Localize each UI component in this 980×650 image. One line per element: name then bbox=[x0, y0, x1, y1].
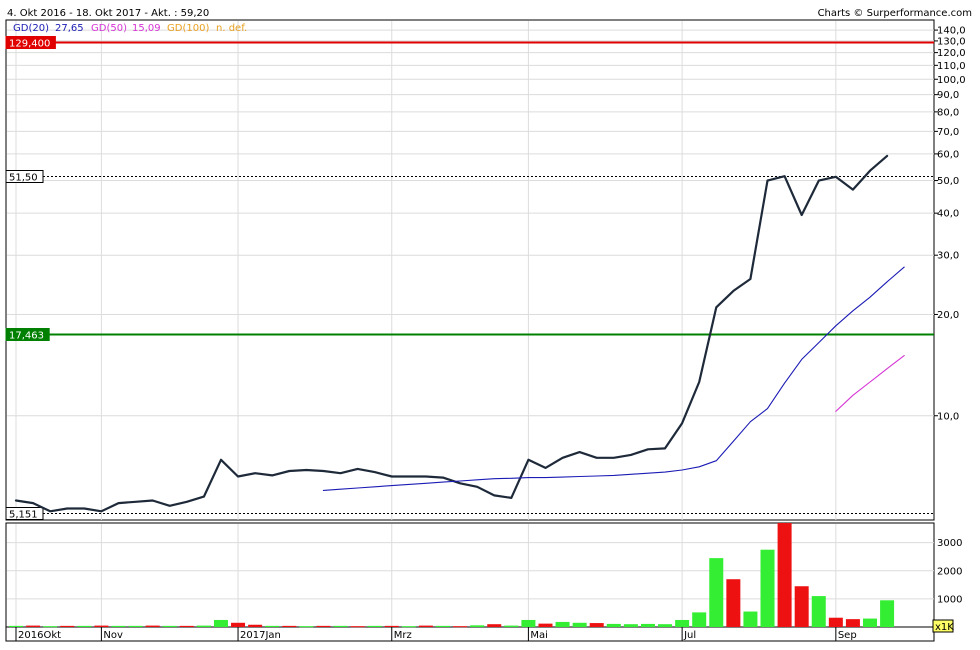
volume-bar bbox=[418, 625, 433, 627]
volume-bar bbox=[350, 626, 365, 628]
volume-bar bbox=[128, 625, 143, 627]
price-axis-label: 100,0 bbox=[937, 75, 966, 86]
time-axis-label: Mai bbox=[530, 630, 548, 641]
volume-bar bbox=[863, 618, 877, 627]
volume-bar bbox=[606, 623, 621, 627]
credit-link[interactable]: Charts © Surperformance.com bbox=[818, 8, 972, 19]
volume-bar bbox=[623, 624, 638, 627]
volume-axis-label: 1000 bbox=[937, 594, 962, 605]
volume-bar bbox=[316, 625, 331, 627]
volume-bar bbox=[9, 625, 23, 627]
price-axis-label: 110,0 bbox=[937, 61, 966, 72]
volume-bar bbox=[60, 625, 75, 627]
x-axis-strip bbox=[5, 626, 935, 642]
volume-bar bbox=[658, 624, 673, 627]
volume-bar bbox=[453, 626, 468, 628]
volume-bar bbox=[231, 622, 246, 627]
price-axis-label: 140,0 bbox=[937, 26, 966, 37]
volume-bar bbox=[538, 623, 553, 627]
volume-bar bbox=[401, 626, 416, 628]
volume-bar bbox=[794, 586, 809, 627]
price-axis-label: 130,0 bbox=[937, 36, 966, 47]
volume-bar bbox=[828, 617, 843, 627]
volume-bar bbox=[709, 558, 724, 627]
reference-label: 129,400 bbox=[9, 39, 50, 50]
volume-bar bbox=[845, 619, 860, 627]
volume-bar bbox=[726, 579, 741, 627]
price-axis-label: 90,0 bbox=[937, 90, 959, 101]
volume-bar bbox=[487, 624, 502, 627]
stock-chart: 129,400 51,50 17,463 5,151 10,0 20,0 30,0 40,0… bbox=[5, 8, 972, 642]
volume-bar bbox=[282, 625, 297, 627]
volume-bar bbox=[333, 625, 348, 627]
volume-axis-label: 3000 bbox=[937, 538, 962, 549]
volume-bar bbox=[572, 622, 587, 627]
price-axis-label: 40,0 bbox=[937, 209, 959, 220]
volume-bar bbox=[743, 611, 758, 627]
volume-bar bbox=[640, 623, 655, 627]
volume-bar bbox=[196, 625, 211, 627]
volume-bar bbox=[436, 625, 450, 627]
volume-bar bbox=[777, 523, 792, 627]
legend-gd50-value: 15,09 bbox=[132, 23, 161, 34]
time-axis-label: Sep bbox=[838, 630, 857, 641]
reference-label: 17,463 bbox=[9, 331, 44, 342]
volume-bar bbox=[94, 625, 109, 627]
legend-gd20-value: 27,65 bbox=[55, 23, 84, 34]
volume-bar bbox=[248, 624, 263, 627]
volume-bar bbox=[77, 625, 92, 627]
reference-label: 51,50 bbox=[9, 173, 38, 184]
price-axis-label: 20,0 bbox=[937, 310, 959, 321]
price-axis-label: 50,0 bbox=[937, 176, 959, 187]
volume-bar bbox=[265, 625, 280, 627]
volume-bar bbox=[504, 625, 519, 627]
legend-gd50-label: GD(50) bbox=[91, 23, 127, 34]
volume-bar bbox=[384, 625, 399, 627]
price-axis-label: 70,0 bbox=[937, 127, 959, 138]
volume-axis-label: 2000 bbox=[937, 566, 962, 577]
volume-bar bbox=[470, 625, 485, 627]
volume-bar bbox=[367, 625, 382, 627]
volume-bar bbox=[213, 619, 228, 627]
time-axis-label: Jul bbox=[683, 630, 696, 641]
price-axis-label: 60,0 bbox=[937, 149, 959, 160]
volume-bar bbox=[555, 621, 570, 627]
volume-bar bbox=[675, 619, 690, 627]
price-axis-label: 10,0 bbox=[937, 411, 959, 422]
volume-bar bbox=[43, 626, 58, 628]
legend-gd20-label: GD(20) bbox=[13, 23, 49, 34]
time-axis-label: Nov bbox=[103, 630, 123, 641]
reference-label: 5,151 bbox=[9, 510, 38, 521]
volume-bar bbox=[179, 625, 194, 627]
legend-gd100-value: n. def. bbox=[216, 23, 247, 34]
time-axis-label: 2016Okt bbox=[18, 630, 61, 641]
price-axis-label: 120,0 bbox=[937, 48, 966, 59]
volume-unit-label: x1K bbox=[935, 622, 954, 633]
volume-bar bbox=[692, 612, 707, 627]
time-axis-label: Mrz bbox=[394, 630, 412, 641]
volume-bar bbox=[760, 549, 775, 627]
volume-bar bbox=[162, 625, 177, 627]
volume-bar bbox=[145, 625, 160, 627]
legend-gd100-label: GD(100) bbox=[167, 23, 209, 34]
volume-bar bbox=[111, 625, 126, 627]
time-axis-label: 2017Jan bbox=[240, 630, 281, 641]
date-range-title: 4. Okt 2016 - 18. Okt 2017 - Akt. : 59,2… bbox=[7, 8, 209, 19]
price-axis-label: 30,0 bbox=[937, 251, 959, 262]
volume-bar bbox=[299, 626, 314, 628]
volume-bar bbox=[521, 619, 536, 627]
volume-bar bbox=[589, 623, 604, 627]
volume-bar bbox=[26, 625, 41, 627]
volume-bar bbox=[880, 600, 895, 627]
volume-bar bbox=[811, 596, 826, 627]
price-axis-label: 80,0 bbox=[937, 107, 959, 118]
